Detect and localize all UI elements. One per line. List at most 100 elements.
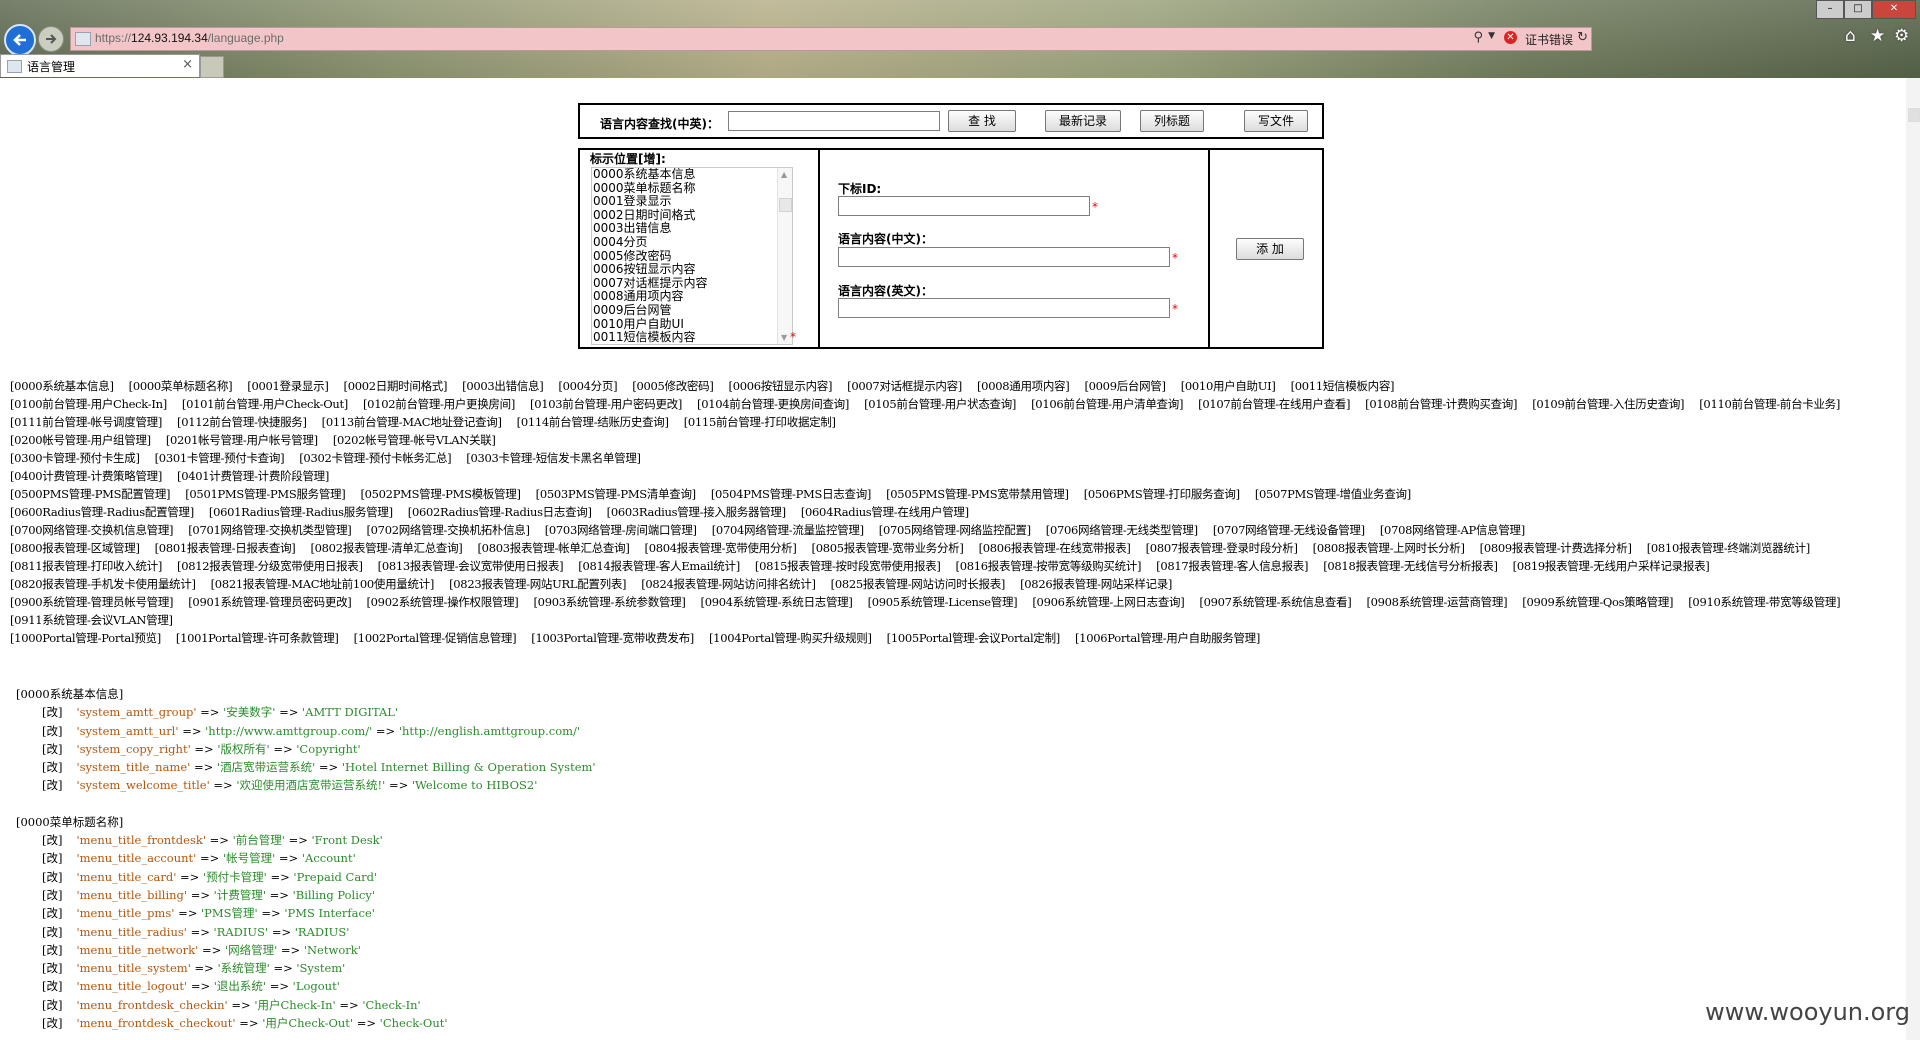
category-link[interactable]: [0000系统基本信息] [10,379,114,393]
position-option[interactable]: 0006按钮显示内容 [593,263,696,277]
category-link[interactable]: [0302卡管理-预付卡帐务汇总] [299,451,451,465]
category-link[interactable]: [0603Radius管理-接入服务器管理] [607,505,786,519]
category-link[interactable]: [0817报表管理-客人信息报表] [1156,559,1308,573]
category-link[interactable]: [0601Radius管理-Radius服务管理] [209,505,393,519]
category-link[interactable]: [0807报表管理-登录时段分析] [1146,541,1298,555]
category-link[interactable]: [0114前台管理-结账历史查询] [517,415,669,429]
category-link[interactable]: [0805报表管理-宽带业务分析] [812,541,964,555]
edit-link[interactable]: [改] [42,724,62,738]
category-link[interactable]: [0818报表管理-无线信号分析报表] [1323,559,1498,573]
category-link[interactable]: [0801报表管理-日报表查询] [155,541,296,555]
edit-link[interactable]: [改] [42,870,62,884]
category-link[interactable]: [0703网络管理-房间端口管理] [545,523,697,537]
category-link[interactable]: [0702网络管理-交换机拓朴信息] [366,523,530,537]
category-link[interactable]: [0202帐号管理-帐号VLAN关联] [333,433,496,447]
category-link[interactable]: [0200帐号管理-用户组管理] [10,433,151,447]
category-link[interactable]: [0820报表管理-手机发卡使用量统计] [10,577,196,591]
category-link[interactable]: [0704网络管理-流量监控管理] [712,523,864,537]
cn-content-input[interactable] [838,247,1170,267]
category-link[interactable]: [0103前台管理-用户密码更改] [530,397,682,411]
category-link[interactable]: [1006Portal管理-用户自助服务管理] [1075,631,1260,645]
category-link[interactable]: [0701网络管理-交换机类型管理] [188,523,352,537]
category-link[interactable]: [0201帐号管理-用户帐号管理] [166,433,318,447]
edit-link[interactable]: [改] [42,925,62,939]
category-link[interactable]: [0824报表管理-网站访问排名统计] [641,577,816,591]
refresh-icon[interactable]: ↻ [1577,30,1588,45]
category-link[interactable]: [0109前台管理-入住历史查询] [1532,397,1684,411]
category-link[interactable]: [0705网络管理-网络监控配置] [879,523,1031,537]
category-link[interactable]: [0813报表管理-会议宽带使用日报表] [378,559,564,573]
category-link[interactable]: [0503PMS管理-PMS清单查询] [536,487,697,501]
address-bar[interactable]: https://124.93.194.34/language.php ⚲ ▼ ✕… [70,27,1592,51]
scroll-down-icon[interactable]: ▼ [781,333,787,342]
category-link[interactable]: [0501PMS管理-PMS服务管理] [185,487,346,501]
search-input[interactable] [728,111,940,131]
tab-close-icon[interactable]: × [182,57,193,72]
position-option[interactable]: 0000系统基本信息 [593,168,696,182]
category-link[interactable]: [0900系统管理-管理员帐号管理] [10,595,174,609]
position-option[interactable]: 0008通用项内容 [593,290,684,304]
category-link[interactable]: [0005修改密码] [632,379,714,393]
latest-records-button[interactable]: 最新记录 [1045,110,1121,132]
category-link[interactable]: [0810报表管理-终端浏览器统计] [1647,541,1811,555]
forward-button[interactable] [38,26,64,52]
category-link[interactable]: [0905系统管理-License管理] [868,595,1018,609]
category-link[interactable]: [0800报表管理-区域管理] [10,541,140,555]
home-icon[interactable]: ⌂ [1845,26,1856,46]
search-icon[interactable]: ⚲ [1473,30,1483,45]
category-link[interactable]: [0504PMS管理-PMS日志查询] [711,487,872,501]
category-link[interactable]: [0821报表管理-MAC地址前100使用量统计] [211,577,435,591]
maximize-button[interactable]: □ [1844,0,1872,19]
category-link[interactable]: [0104前台管理-更换房间查询] [697,397,849,411]
category-link[interactable]: [0911系统管理-会议VLAN管理] [10,613,173,627]
category-link[interactable]: [0700网络管理-交换机信息管理] [10,523,174,537]
category-link[interactable]: [1000Portal管理-Portal预览] [10,631,161,645]
category-link[interactable]: [0009后台网管] [1084,379,1166,393]
category-link[interactable]: [0816报表管理-按带宽等级购买统计] [956,559,1142,573]
category-link[interactable]: [0803报表管理-帐单汇总查询] [477,541,629,555]
scroll-up-icon[interactable]: ▲ [781,170,787,179]
category-link[interactable]: [0105前台管理-用户状态查询] [864,397,1016,411]
category-link[interactable]: [0401计费管理-计费阶段管理] [177,469,329,483]
category-link[interactable]: [0010用户自助UI] [1181,379,1276,393]
category-link[interactable]: [0802报表管理-清单汇总查询] [310,541,462,555]
dropdown-arrow-icon[interactable]: ▼ [1488,31,1495,41]
category-link[interactable]: [0106前台管理-用户清单查询] [1031,397,1183,411]
edit-link[interactable]: [改] [42,943,62,957]
position-option[interactable]: 0001登录显示 [593,195,672,209]
category-link[interactable]: [0804报表管理-宽带使用分析] [645,541,797,555]
category-link[interactable]: [0814报表管理-客人Email统计] [578,559,740,573]
category-link[interactable]: [0502PMS管理-PMS模板管理] [360,487,521,501]
scrollbar-thumb[interactable] [1908,108,1920,122]
category-link[interactable]: [0815报表管理-按时段宽带使用报表] [755,559,941,573]
category-link[interactable]: [0903系统管理-系统参数管理] [534,595,686,609]
category-link[interactable]: [1005Portal管理-会议Portal定制] [887,631,1061,645]
new-tab-button[interactable] [200,56,224,78]
category-link[interactable]: [0808报表管理-上网时长分析] [1313,541,1465,555]
id-input[interactable] [838,196,1090,216]
category-link[interactable]: [0007对话框提示内容] [847,379,962,393]
category-link[interactable]: [1003Portal管理-宽带收费发布] [531,631,694,645]
category-link[interactable]: [0303卡管理-短信发卡黑名单管理] [466,451,641,465]
edit-link[interactable]: [改] [42,851,62,865]
category-link[interactable]: [0301卡管理-预付卡查询] [155,451,285,465]
category-link[interactable]: [0823报表管理-网站URL配置列表] [449,577,626,591]
category-link[interactable]: [0001登录显示] [247,379,329,393]
position-option[interactable]: 0011短信模板内容 [593,331,696,344]
category-link[interactable]: [0100前台管理-用户Check-In] [10,397,167,411]
category-link[interactable]: [0901系统管理-管理员密码更改] [188,595,352,609]
edit-link[interactable]: [改] [42,1016,62,1030]
edit-link[interactable]: [改] [42,888,62,902]
category-link[interactable]: [0102前台管理-用户更换房间] [363,397,515,411]
category-link[interactable]: [0708网络管理-AP信息管理] [1380,523,1525,537]
category-link[interactable]: [0819报表管理-无线用户采样记录报表] [1513,559,1710,573]
close-window-button[interactable]: ✕ [1872,0,1916,19]
edit-link[interactable]: [改] [42,705,62,719]
edit-link[interactable]: [改] [42,998,62,1012]
write-file-button[interactable]: 写文件 [1244,110,1308,132]
category-link[interactable]: [0707网络管理-无线设备管理] [1213,523,1365,537]
category-link[interactable]: [0107前台管理-在线用户查看] [1198,397,1350,411]
back-button[interactable] [4,24,36,56]
cert-error-label[interactable]: 证书错误 [1525,31,1573,48]
category-link[interactable]: [0011短信模板内容] [1291,379,1395,393]
